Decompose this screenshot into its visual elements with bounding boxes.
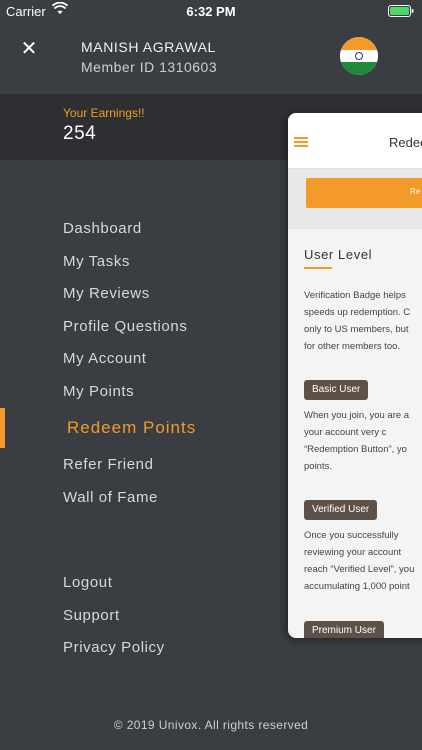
hamburger-menu-icon[interactable] (294, 137, 308, 147)
copyright-footer: © 2019 Univox. All rights reserved (113, 718, 309, 732)
active-indicator (0, 408, 5, 448)
preview-header: Redee (288, 113, 422, 169)
menu-item-my-reviews[interactable]: My Reviews (63, 285, 150, 302)
section-underline (304, 267, 332, 269)
verified-text-line: reach “Verified Level”, you (304, 564, 415, 575)
menu-item-wall-of-fame[interactable]: Wall of Fame (63, 489, 158, 506)
redeem-button[interactable]: Re (306, 178, 422, 208)
menu-item-my-points[interactable]: My Points (63, 383, 134, 400)
basic-text-line: When you join, you are a (304, 410, 410, 421)
clock: 6:32 PM (186, 4, 236, 19)
status-bar: Carrier 6:32 PM (0, 0, 422, 22)
intro-line: for other members too. (304, 341, 401, 352)
intro-line: only to US members, but (304, 324, 409, 335)
battery-icon (388, 5, 414, 17)
menu-item-my-tasks[interactable]: My Tasks (63, 253, 130, 270)
menu-item-support[interactable]: Support (63, 607, 120, 624)
redeem-button-label: Re (410, 187, 421, 196)
menu-item-profile-questions[interactable]: Profile Questions (63, 318, 187, 335)
basic-text-line: points. (304, 461, 332, 472)
verified-text-line: Once you successfully (304, 530, 399, 541)
menu-item-privacy-policy[interactable]: Privacy Policy (63, 639, 165, 656)
section-title: User Level (304, 247, 373, 262)
earnings-label: Your Earnings!! (63, 106, 145, 120)
basic-user-badge: Basic User (304, 380, 369, 400)
verified-text-line: accumulating 1,000 point (304, 581, 410, 592)
preview-title: Redee (389, 135, 422, 150)
menu-item-refer-friend[interactable]: Refer Friend (63, 456, 154, 473)
menu-item-logout[interactable]: Logout (63, 574, 112, 591)
page-preview-card[interactable]: Redee Re User Level Verification Badge h… (288, 113, 422, 638)
close-icon[interactable]: ✕ (18, 38, 40, 60)
intro-line: Verification Badge helps (304, 290, 406, 301)
verified-text-line: reviewing your account (304, 547, 402, 558)
menu-item-dashboard[interactable]: Dashboard (63, 220, 142, 237)
intro-line: speeds up redemption. C (304, 307, 411, 318)
earnings-value: 254 (63, 123, 97, 144)
menu-item-my-account[interactable]: My Account (63, 350, 147, 367)
basic-text-line: “Redemption Button”, yo (304, 444, 407, 455)
menu-item-redeem-points[interactable]: Redeem Points (67, 418, 196, 438)
india-flag-icon (340, 37, 378, 75)
basic-text-line: your account very c (304, 427, 387, 438)
premium-user-badge: Premium User (304, 621, 384, 638)
profile-name: MANISH AGRAWAL (81, 39, 216, 55)
member-id: Member ID 1310603 (81, 59, 218, 75)
verified-user-badge: Verified User (304, 500, 378, 520)
